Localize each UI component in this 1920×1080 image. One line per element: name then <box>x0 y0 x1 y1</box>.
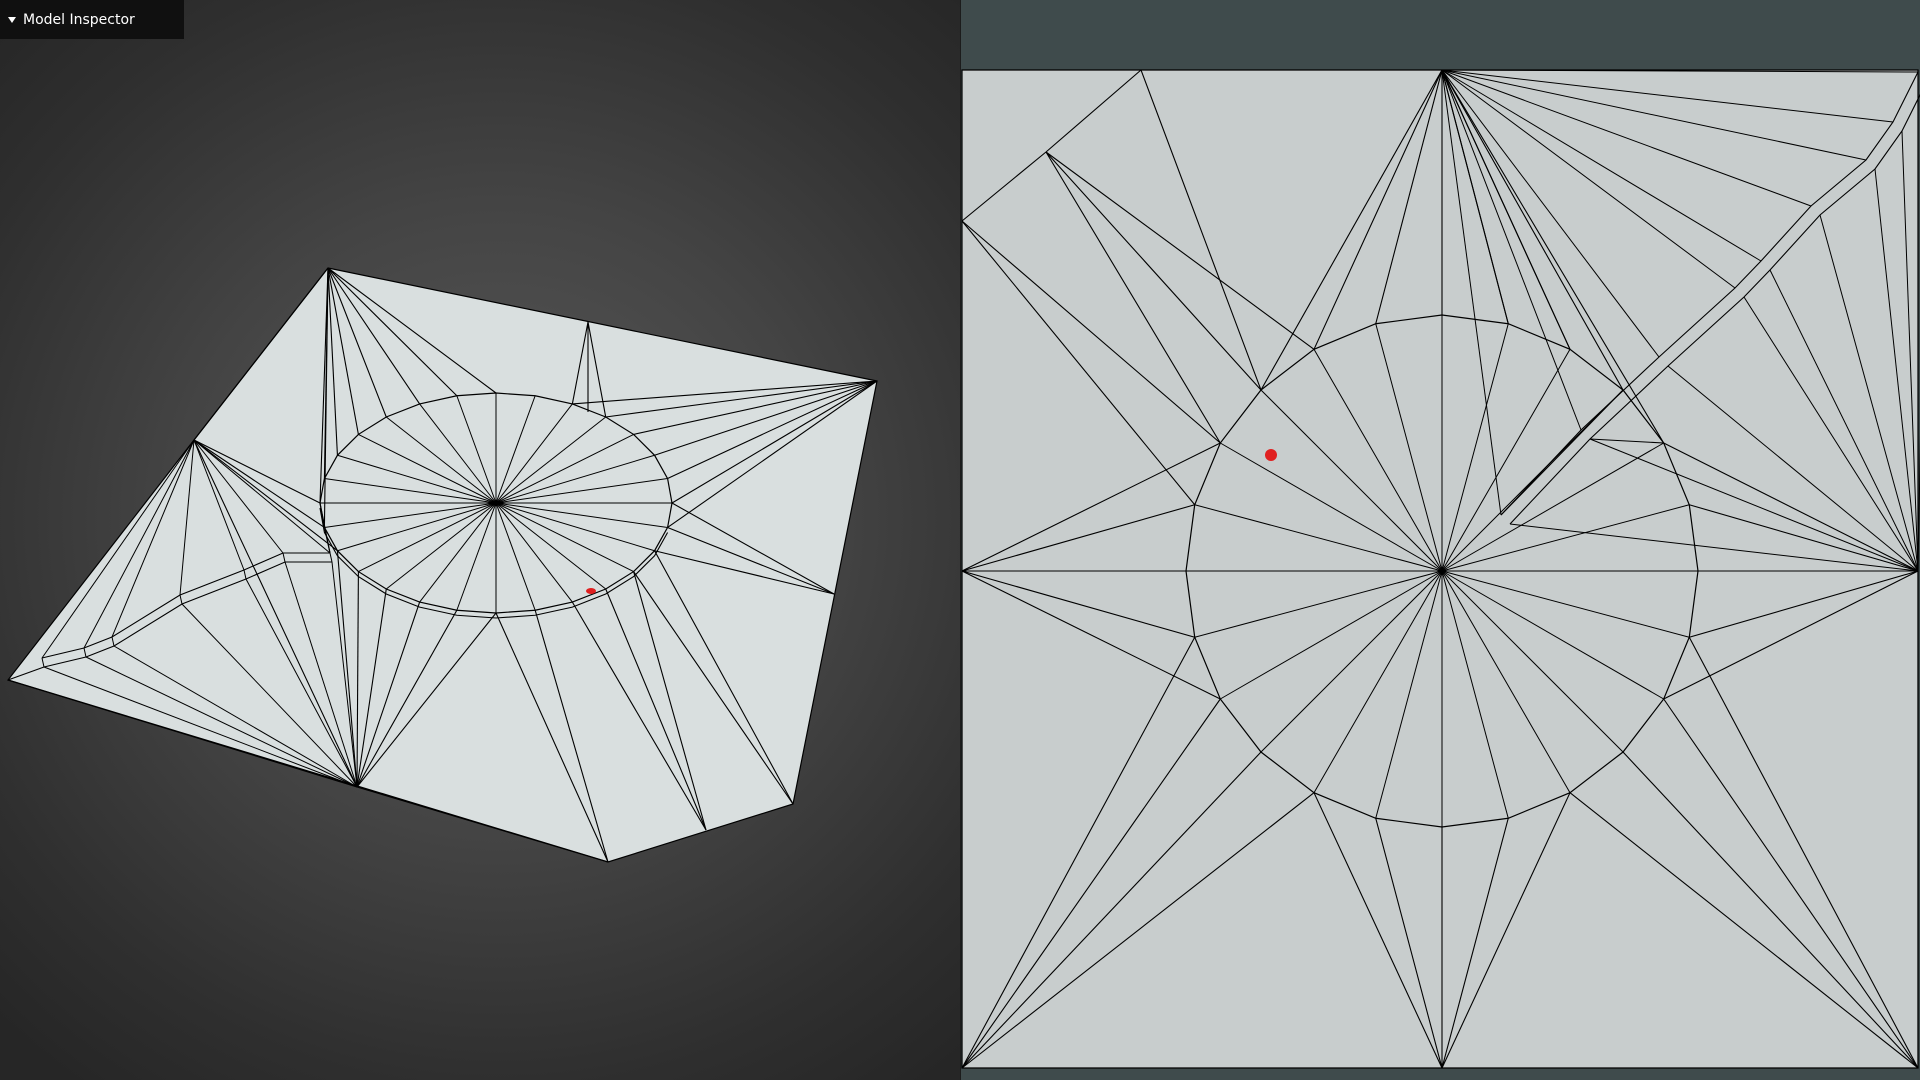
mesh-3d-view[interactable] <box>0 0 960 1080</box>
red-dot-marker <box>586 588 596 594</box>
viewport-uv[interactable] <box>961 0 1920 1080</box>
uv-red-dot-marker <box>1265 449 1277 461</box>
chevron-down-icon <box>8 16 16 23</box>
model-inspector-title: Model Inspector <box>23 11 135 28</box>
viewport-3d[interactable]: Model Inspector <box>0 0 960 1080</box>
mesh-outline <box>6 267 878 863</box>
model-inspector-header[interactable]: Model Inspector <box>0 0 184 39</box>
uv-layout-view[interactable] <box>961 0 1920 1080</box>
